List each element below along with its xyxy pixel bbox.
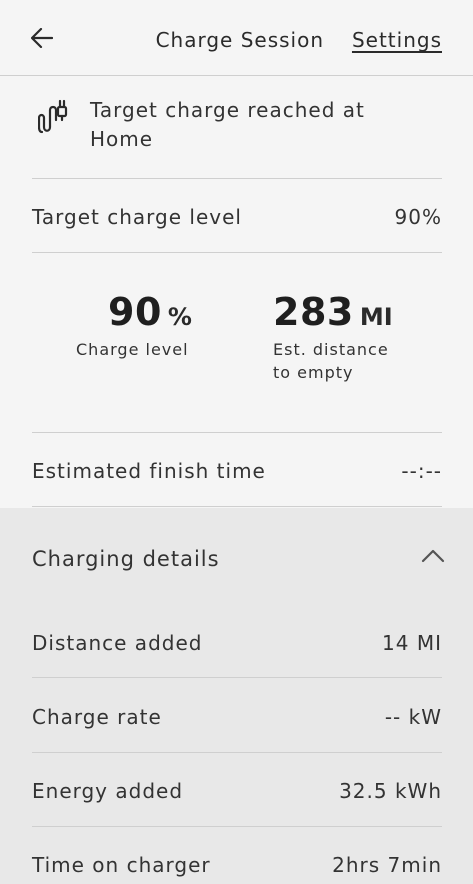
arrow-left-icon [31,28,53,48]
detail-label: Distance added [32,631,203,655]
detail-row-energy-added: Energy added 32.5 kWh [32,776,442,806]
divider [32,506,442,507]
charge-level-unit: % [167,303,192,331]
divider [32,826,442,827]
settings-link[interactable]: Settings [352,28,442,52]
divider [32,677,442,678]
app-header: Charge Session Settings [0,0,473,76]
finish-time-label: Estimated finish time [32,459,266,483]
charging-details-title: Charging details [32,547,220,571]
back-button[interactable] [26,22,58,54]
page-title: Charge Session [155,28,324,52]
status-message: Target charge reached at Home [90,98,365,151]
charge-level-value: 90 [108,290,162,334]
detail-value: 14 MI [382,631,442,655]
finish-time-value: --:-- [401,459,442,483]
chevron-up-icon[interactable] [421,548,445,564]
distance-label: Est. distance to empty [273,340,389,382]
divider [32,252,442,253]
distance-metric: 283 MI Est. distance to empty [273,290,403,384]
charge-level-metric: 90% Charge level [76,290,192,361]
plug-icon [38,99,68,134]
finish-time-row: Estimated finish time --:-- [32,456,442,486]
divider [32,178,442,179]
target-charge-row[interactable]: Target charge level 90% [32,202,442,232]
divider [32,432,442,433]
charging-details-toggle[interactable]: Charging details [32,544,442,574]
detail-row-distance-added: Distance added 14 MI [32,628,442,658]
distance-unit: MI [359,303,393,331]
detail-value: 2hrs 7min [332,853,442,877]
detail-label: Time on charger [32,853,211,877]
detail-value: -- kW [384,705,442,729]
detail-value: 32.5 kWh [339,779,442,803]
charging-details-panel: Charging details Distance added 14 MI Ch… [0,508,473,884]
charge-level-label: Charge level [76,340,189,359]
target-charge-value: 90% [394,205,442,229]
detail-row-charge-rate: Charge rate -- kW [32,702,442,732]
detail-label: Energy added [32,779,184,803]
divider [32,752,442,753]
detail-row-time-on-charger: Time on charger 2hrs 7min [32,850,442,880]
detail-label: Charge rate [32,705,162,729]
target-charge-label: Target charge level [32,205,242,229]
distance-value: 283 [273,290,354,334]
